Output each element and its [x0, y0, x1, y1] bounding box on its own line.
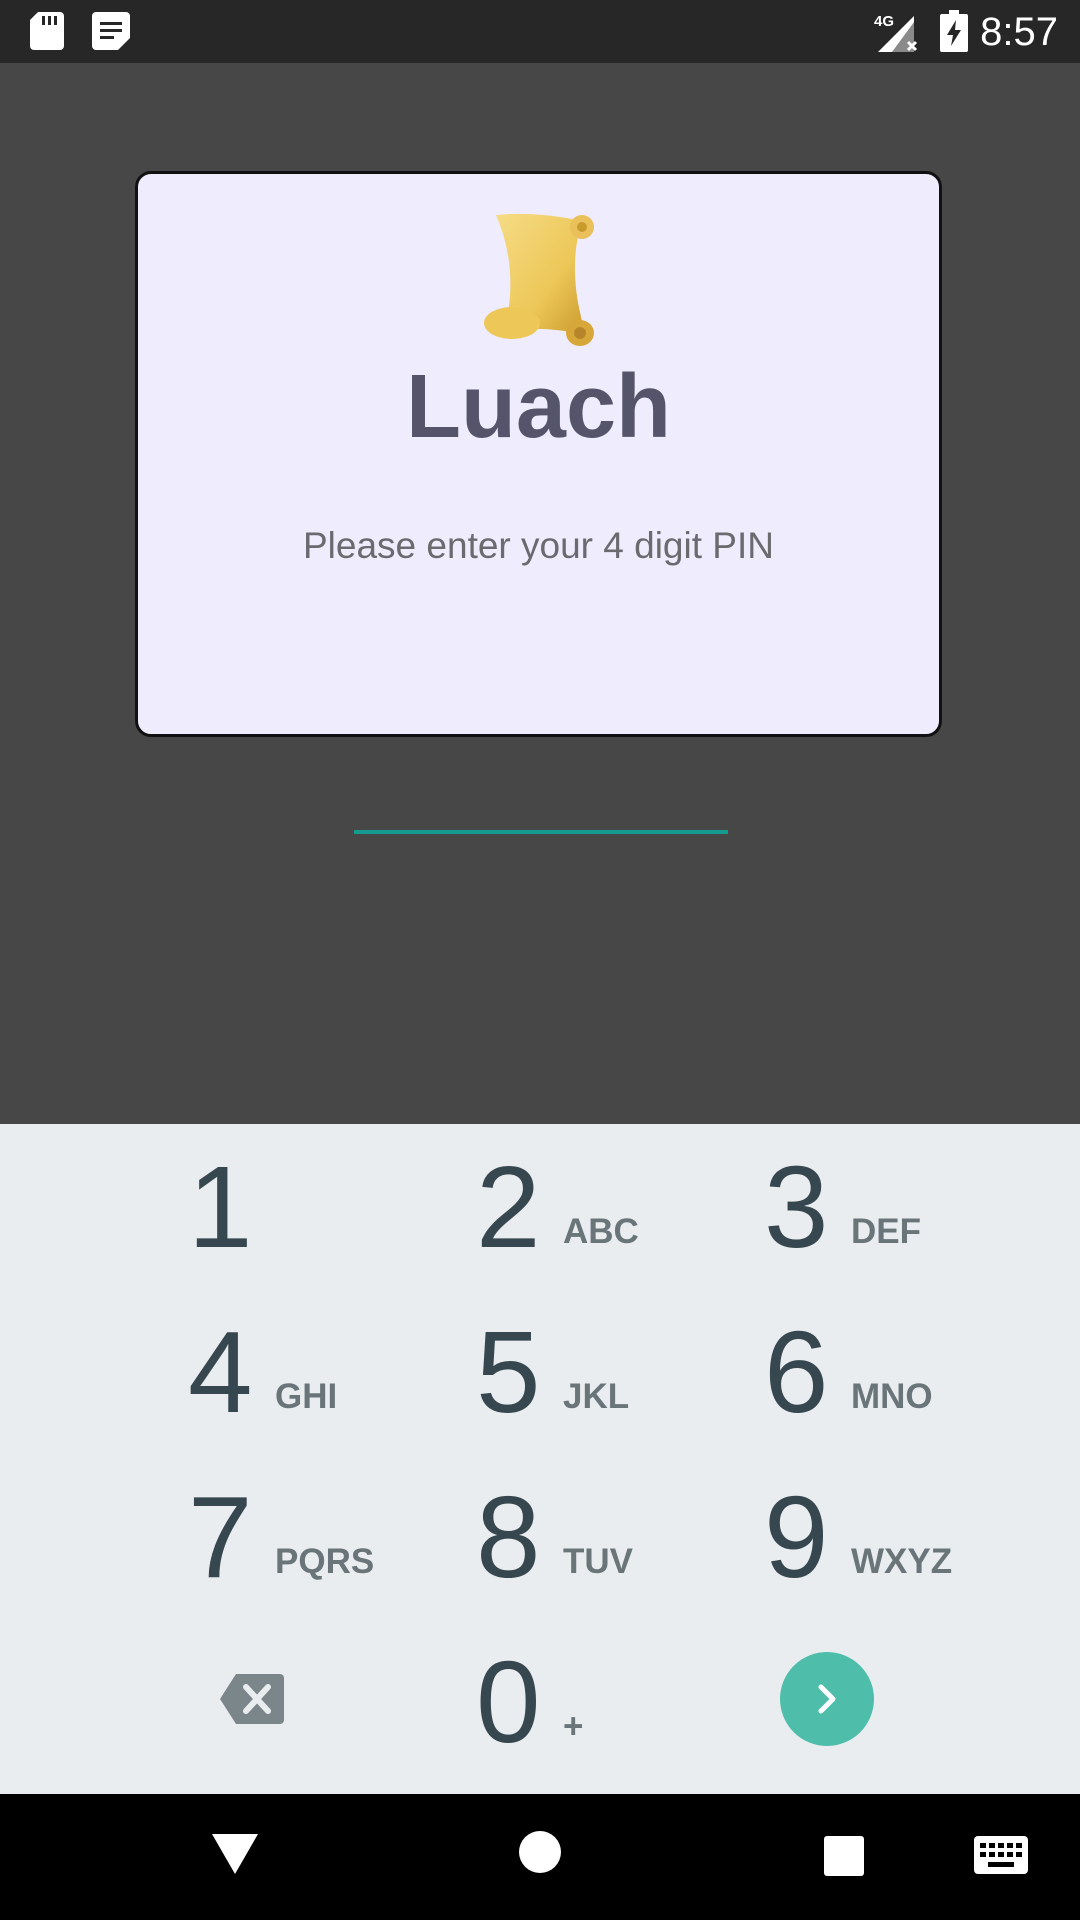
- battery-charging-icon: [940, 10, 968, 57]
- key-digit: 2: [476, 1142, 541, 1272]
- key-letters: ABC: [563, 1212, 639, 1251]
- key-digit: 0: [476, 1637, 541, 1767]
- home-icon[interactable]: [518, 1830, 562, 1879]
- key-letters: PQRS: [275, 1542, 375, 1581]
- navigation-bar: [0, 1794, 1080, 1920]
- key-digit: 9: [764, 1472, 829, 1602]
- key-letters: +: [563, 1707, 584, 1746]
- submit-pin-button[interactable]: [780, 1652, 874, 1746]
- key-digit: 3: [764, 1142, 829, 1272]
- key-letters: DEF: [851, 1212, 921, 1251]
- network-label: 4G: [874, 13, 894, 30]
- key-digit: 7: [188, 1472, 253, 1602]
- pin-prompt: Please enter your 4 digit PIN: [303, 525, 774, 566]
- scroll-icon: [482, 211, 602, 347]
- key-1[interactable]: 1: [188, 1132, 476, 1282]
- key-letters: JKL: [563, 1377, 630, 1416]
- status-bar: 4G 8:57: [0, 0, 1080, 63]
- key-5[interactable]: 5 JKL: [476, 1297, 764, 1447]
- key-3[interactable]: 3 DEF: [764, 1132, 1052, 1282]
- signal-no-data-icon: 4G: [874, 12, 922, 57]
- notes-icon: [92, 12, 130, 55]
- backspace-button[interactable]: [220, 1674, 284, 1724]
- key-9[interactable]: 9 WXYZ: [764, 1462, 1052, 1612]
- pin-dialog: Luach Please enter your 4 digit PIN: [135, 171, 942, 834]
- key-letters: TUV: [563, 1542, 633, 1581]
- key-digit: 6: [764, 1307, 829, 1437]
- key-7[interactable]: 7 PQRS: [188, 1462, 476, 1612]
- key-letters: GHI: [275, 1377, 338, 1416]
- keyboard-icon[interactable]: [974, 1836, 1028, 1879]
- sd-card-icon: [30, 12, 64, 55]
- key-digit: 1: [188, 1142, 253, 1272]
- key-8[interactable]: 8 TUV: [476, 1462, 764, 1612]
- chevron-right-icon: [818, 1684, 836, 1714]
- app-title: Luach: [405, 357, 672, 457]
- screen: 4G 8:57 Luach Please enter your 4 digit …: [0, 0, 1080, 1920]
- recents-icon[interactable]: [824, 1836, 864, 1881]
- key-digit: 5: [476, 1307, 541, 1437]
- clock: 8:57: [980, 10, 1058, 54]
- key-0[interactable]: 0 +: [476, 1627, 764, 1777]
- back-icon[interactable]: [212, 1834, 258, 1879]
- pin-input[interactable]: [354, 774, 728, 834]
- key-letters: WXYZ: [851, 1542, 953, 1581]
- key-6[interactable]: 6 MNO: [764, 1297, 1052, 1447]
- key-4[interactable]: 4 GHI: [188, 1297, 476, 1447]
- backspace-icon: [220, 1674, 284, 1724]
- key-2[interactable]: 2 ABC: [476, 1132, 764, 1282]
- key-letters: MNO: [851, 1377, 933, 1416]
- key-digit: 8: [476, 1472, 541, 1602]
- key-digit: 4: [188, 1307, 253, 1437]
